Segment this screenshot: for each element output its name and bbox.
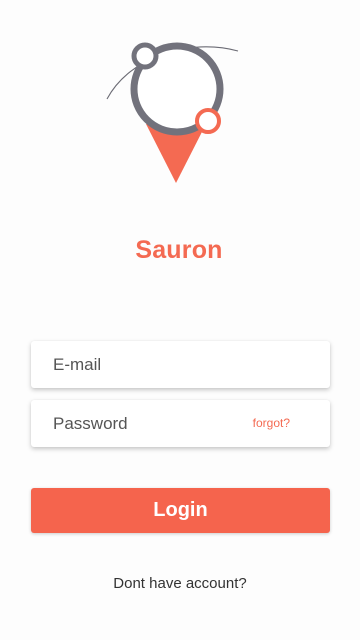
password-field-container: forgot? (31, 400, 330, 447)
app-logo (106, 42, 239, 183)
email-field-container (31, 341, 330, 388)
logo-accent-ring (195, 108, 221, 134)
logo-small-ring (131, 42, 159, 70)
login-screen: Sauron forgot? Login Dont have account? (0, 0, 360, 640)
email-input[interactable] (31, 341, 330, 388)
forgot-password-link[interactable]: forgot? (253, 416, 290, 430)
signup-link[interactable]: Dont have account? (0, 575, 360, 592)
login-button[interactable]: Login (31, 488, 330, 533)
app-title: Sauron (135, 236, 223, 264)
